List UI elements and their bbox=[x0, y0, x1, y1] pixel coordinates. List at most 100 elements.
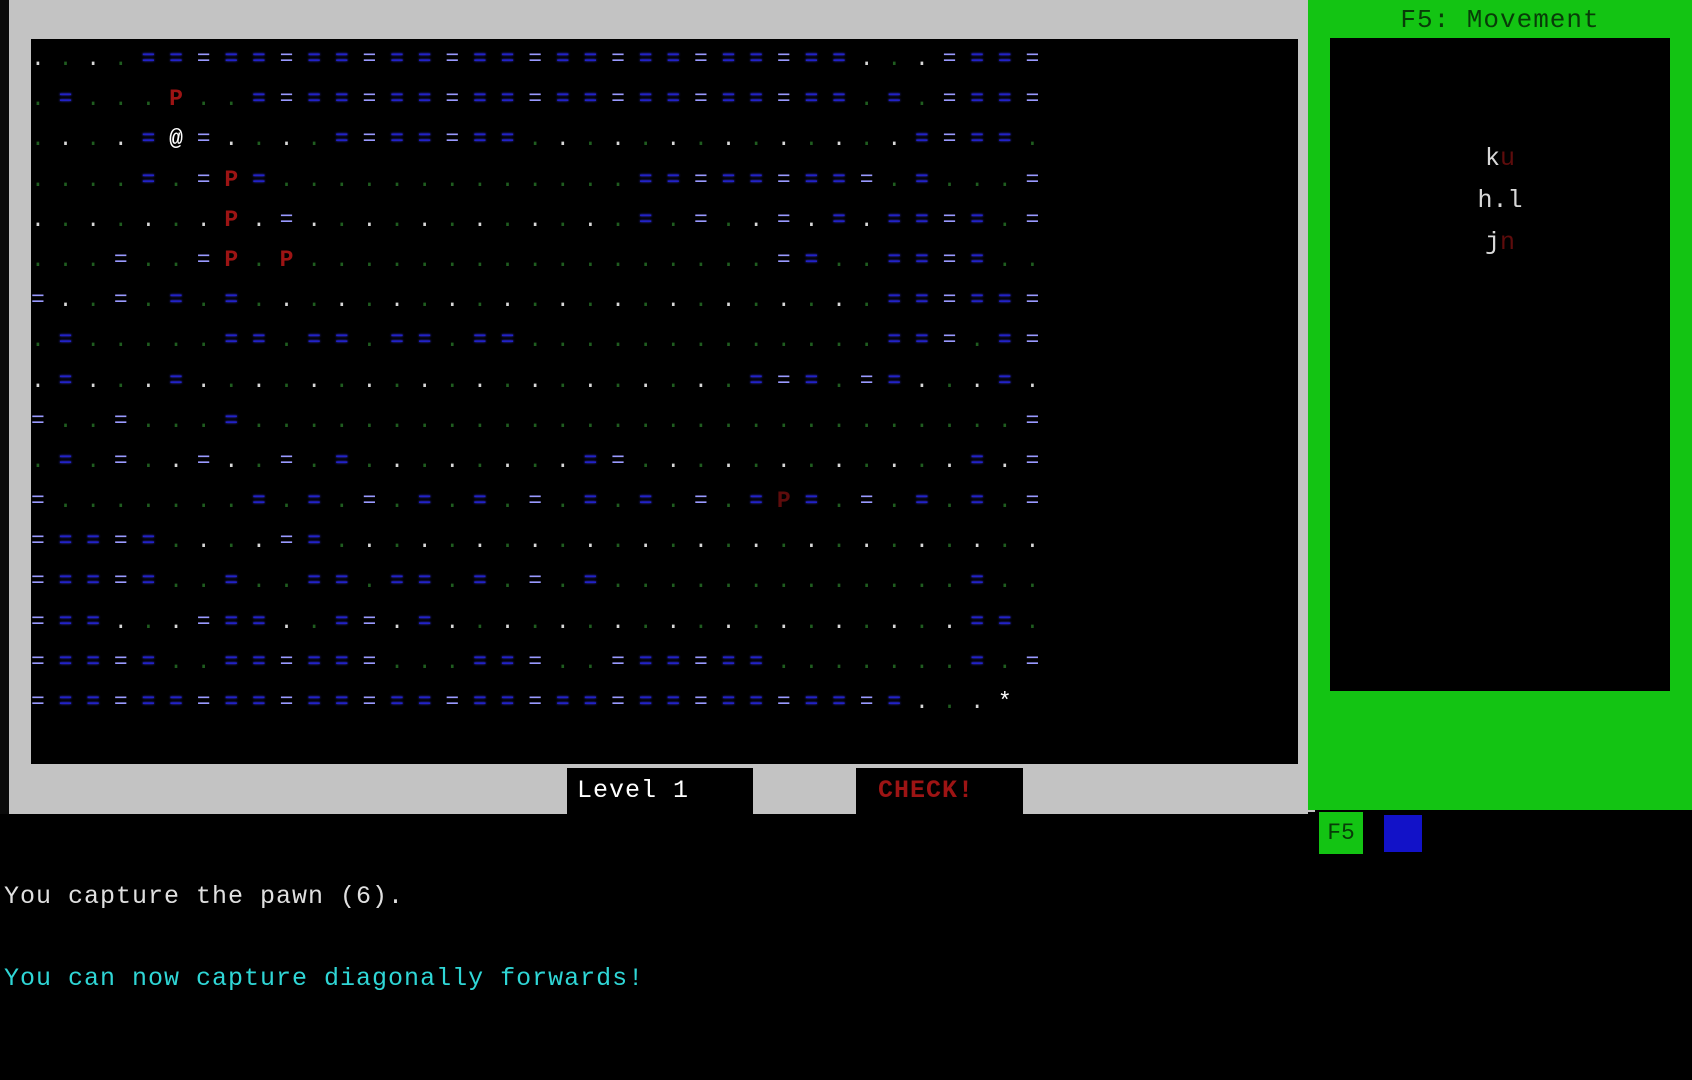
map-glyph: = bbox=[279, 648, 294, 675]
map-glyph: . bbox=[362, 206, 377, 233]
map-glyph: . bbox=[113, 126, 128, 153]
map-glyph bbox=[846, 528, 860, 554]
map-glyph bbox=[763, 368, 777, 394]
map-glyph bbox=[901, 327, 915, 353]
map-glyph: . bbox=[611, 327, 625, 354]
map-glyph bbox=[846, 488, 860, 514]
map-glyph bbox=[514, 327, 528, 353]
map-glyph bbox=[625, 408, 639, 434]
map-glyph: = bbox=[224, 568, 239, 595]
map-glyph: . bbox=[390, 528, 404, 555]
map-row: . = . . . P . . = = = = = = = = = = = = … bbox=[31, 79, 1039, 119]
map-glyph bbox=[846, 689, 860, 715]
map-glyph bbox=[459, 86, 473, 112]
f5-key-button[interactable]: F5 bbox=[1319, 812, 1363, 854]
map-glyph: . bbox=[887, 126, 902, 153]
map-glyph: . bbox=[721, 367, 736, 394]
map-glyph bbox=[376, 568, 390, 594]
map-glyph bbox=[542, 207, 556, 233]
map-glyph bbox=[846, 568, 860, 594]
map-glyph bbox=[763, 568, 777, 594]
map-glyph bbox=[791, 247, 805, 273]
map-glyph bbox=[791, 368, 805, 394]
map-glyph: . bbox=[473, 447, 487, 474]
map-row: . = . . . . . = = . = = . = = . = = . . … bbox=[31, 320, 1039, 360]
map-viewport[interactable]: . . . . = = = = = = = = = = = = = = = = … bbox=[31, 39, 1298, 764]
map-glyph: = bbox=[859, 689, 874, 715]
map-glyph: = bbox=[252, 689, 266, 715]
map-glyph: . bbox=[915, 648, 929, 675]
map-glyph: . bbox=[528, 126, 543, 153]
map-glyph: = bbox=[970, 86, 985, 113]
map-glyph: . bbox=[113, 367, 128, 394]
map-glyph: . bbox=[528, 287, 543, 314]
map-glyph: . bbox=[555, 246, 570, 273]
map-glyph bbox=[349, 167, 363, 193]
map-glyph: = bbox=[445, 689, 460, 715]
map-glyph: = bbox=[804, 246, 819, 273]
map-glyph: . bbox=[611, 528, 625, 555]
map-glyph: . bbox=[500, 367, 515, 394]
map-glyph bbox=[625, 368, 639, 394]
map-glyph bbox=[901, 689, 915, 715]
map-glyph bbox=[956, 247, 970, 273]
map-glyph: . bbox=[252, 568, 266, 595]
map-glyph: . bbox=[390, 367, 404, 394]
map-glyph: = bbox=[31, 568, 45, 595]
map-glyph: = bbox=[887, 367, 902, 394]
map-glyph: . bbox=[749, 608, 764, 635]
map-glyph bbox=[45, 46, 59, 72]
map-glyph: . bbox=[776, 447, 791, 474]
map-glyph bbox=[735, 609, 749, 635]
map-glyph: . bbox=[417, 287, 432, 314]
map-glyph: . bbox=[169, 327, 183, 354]
map-glyph bbox=[597, 488, 611, 514]
map-glyph bbox=[984, 528, 998, 554]
map-glyph bbox=[846, 448, 860, 474]
map-glyph bbox=[404, 528, 418, 554]
map-glyph bbox=[791, 327, 805, 353]
map-glyph: . bbox=[307, 447, 322, 474]
map-glyph bbox=[984, 46, 998, 72]
message-line-0: You capture the pawn (6). bbox=[4, 882, 405, 911]
map-glyph bbox=[929, 368, 943, 394]
level-indicator: Level 1 bbox=[577, 776, 690, 805]
map-glyph bbox=[183, 247, 197, 273]
map-glyph bbox=[72, 568, 86, 594]
map-glyph bbox=[1012, 46, 1026, 72]
map-glyph: = bbox=[611, 447, 625, 474]
map-glyph bbox=[183, 287, 197, 313]
map-glyph: . bbox=[721, 206, 736, 233]
movement-panel[interactable]: F5: Movement ku h.l jn bbox=[1308, 0, 1692, 810]
map-glyph bbox=[597, 207, 611, 233]
map-glyph bbox=[542, 408, 556, 434]
map-glyph: . bbox=[390, 206, 404, 233]
map-glyph: = bbox=[500, 648, 515, 675]
map-glyph bbox=[818, 408, 832, 434]
map-glyph: = bbox=[390, 86, 404, 113]
map-glyph: . bbox=[749, 206, 764, 233]
map-glyph bbox=[459, 448, 473, 474]
map-glyph bbox=[349, 368, 363, 394]
map-glyph bbox=[432, 528, 446, 554]
map-glyph bbox=[791, 528, 805, 554]
map-glyph: = bbox=[113, 287, 128, 314]
map-glyph: = bbox=[1025, 488, 1040, 515]
map-glyph: = bbox=[390, 327, 404, 354]
map-glyph: = bbox=[694, 166, 708, 193]
map-glyph bbox=[45, 448, 59, 474]
map-glyph bbox=[404, 126, 418, 152]
map-glyph bbox=[183, 528, 197, 554]
map-glyph: . bbox=[694, 528, 708, 555]
map-glyph bbox=[459, 488, 473, 514]
map-glyph bbox=[376, 207, 390, 233]
map-glyph bbox=[238, 287, 252, 313]
map-glyph: . bbox=[500, 528, 515, 555]
map-glyph bbox=[376, 86, 390, 112]
map-glyph bbox=[846, 167, 860, 193]
map-glyph: = bbox=[915, 327, 929, 354]
map-glyph: = bbox=[528, 46, 543, 72]
map-glyph: = bbox=[611, 46, 625, 72]
map-glyph: . bbox=[749, 528, 764, 555]
map-glyph: . bbox=[86, 126, 101, 153]
